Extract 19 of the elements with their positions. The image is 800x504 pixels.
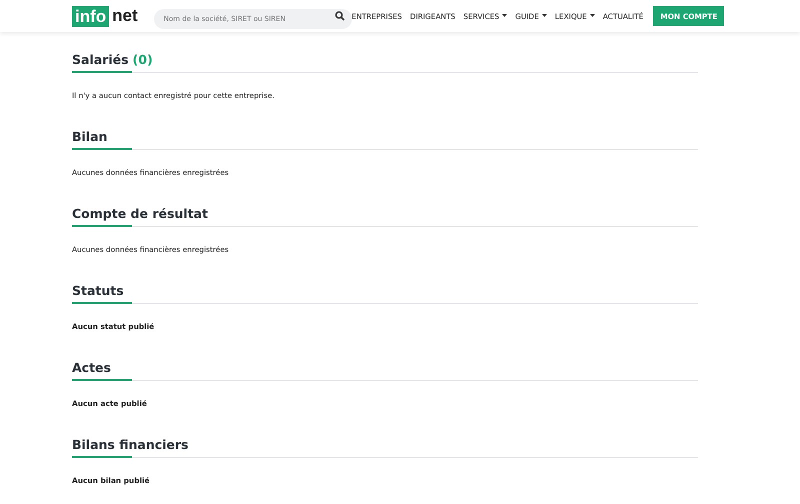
section-heading: Actes [72,361,112,375]
section-heading: Salariés (0) [72,53,154,67]
caret-icon [590,14,595,18]
heading-underline [72,225,132,227]
logo-text: info [72,6,110,26]
caret-icon [502,14,508,18]
section-heading: Compte de résultat [72,207,209,221]
caret-icon [542,14,547,18]
logo-text: net [111,6,138,26]
heading-underline [72,148,132,150]
section-heading: Bilans financiers [72,438,190,452]
heading-underline [72,71,132,73]
heading-underline [72,456,132,458]
logo[interactable]: info net [72,6,138,26]
heading-underline [72,302,132,304]
heading-underline [72,379,132,381]
section-heading: Statuts [72,284,125,298]
section-heading: Bilan [72,130,108,144]
search-icon[interactable] [334,11,345,21]
